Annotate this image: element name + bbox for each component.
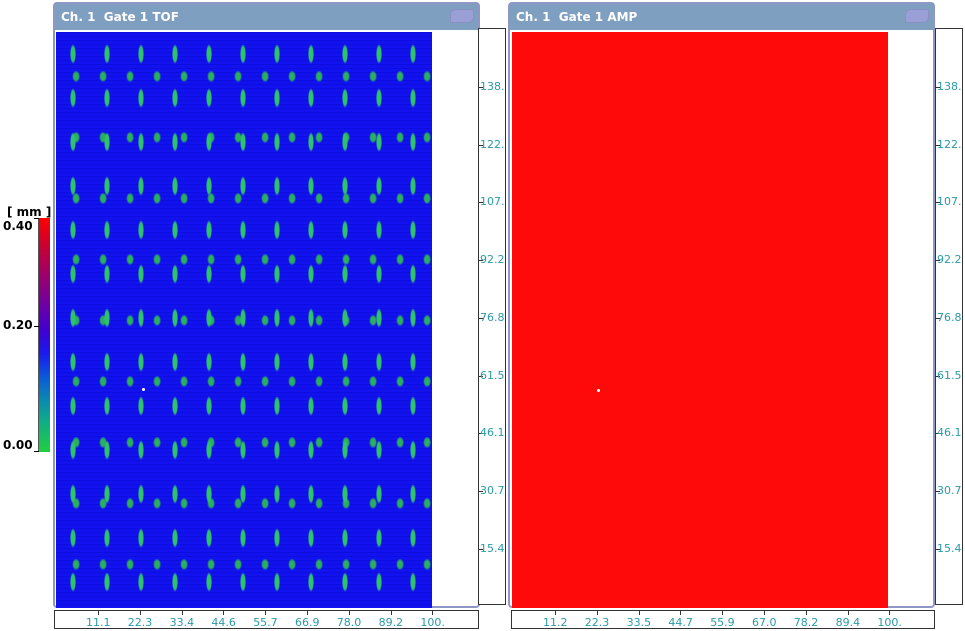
x-axis-tick-label: 66.9 (295, 616, 320, 629)
amp-window[interactable]: Ch. 1 Gate 1 AMP (508, 2, 935, 608)
x-axis-tick-label: 55.7 (253, 616, 278, 629)
x-axis-tick (307, 611, 308, 615)
x-axis-tick (596, 611, 598, 615)
defect-marker (597, 389, 600, 392)
x-axis-tick-label: 100. (420, 616, 445, 629)
amp-x-axis: 11.2 22.3 33.5 44.7 55.9 67.0 78.2 89.4 100. (511, 610, 935, 629)
x-axis-tick (847, 611, 849, 615)
x-axis-tick-label: 78.2 (793, 616, 819, 629)
x-axis-tick-label: 22.3 (584, 616, 610, 629)
x-axis-tick (348, 611, 350, 615)
y-axis-tick-label: 92.2 (937, 253, 962, 267)
legend-max-label: 0.40 (3, 219, 33, 233)
y-axis-tick-label: 61.5 (937, 368, 962, 382)
x-axis-tick-label: 22.3 (127, 616, 153, 629)
x-axis-tick (805, 611, 807, 615)
x-axis-tick (139, 611, 141, 615)
legend-min-label: 0.00 (3, 438, 33, 452)
y-axis-tick-label: 107. (480, 195, 505, 209)
x-axis-tick (889, 611, 891, 615)
y-axis-tick-label: 46.1 (937, 426, 962, 440)
legend-unit-label: [ mm ] (7, 205, 52, 219)
x-axis-tick (432, 611, 434, 615)
tof-window[interactable]: Ch. 1 Gate 1 TOF (53, 2, 480, 608)
y-axis-tick-label: 15.4 (937, 541, 962, 555)
x-axis-tick-label: 33.5 (626, 616, 652, 629)
x-axis-tick-label: 44.6 (211, 616, 236, 629)
legend-tick-max (34, 218, 39, 219)
y-axis-tick-label: 30.7 (937, 483, 962, 497)
defect-marker (142, 388, 145, 391)
y-axis-tick-label: 30.7 (480, 483, 505, 497)
x-axis-tick-label: 89.4 (835, 616, 861, 629)
x-axis-tick (722, 611, 724, 615)
amp-cscan-image[interactable] (512, 32, 888, 608)
x-axis-tick (265, 611, 267, 615)
x-axis-tick-label: 78.0 (336, 616, 362, 629)
y-axis-tick-label: 76.8 (937, 310, 962, 324)
y-axis-tick-label: 122. (937, 137, 962, 151)
x-axis-tick (555, 611, 556, 615)
y-axis-tick-label: 46.1 (480, 426, 505, 440)
legend-color-bar (38, 218, 50, 452)
y-axis-tick-label: 138. (480, 80, 505, 93)
window-resize-tab-icon[interactable] (905, 9, 929, 23)
legend-tick-mid (34, 326, 39, 327)
y-axis-tick-label: 138. (937, 80, 962, 93)
window-resize-tab-icon[interactable] (450, 9, 474, 23)
x-axis-tick-label: 11.1 (86, 616, 111, 629)
x-axis-tick (680, 611, 682, 615)
tof-x-axis: 11.1 22.3 33.4 44.6 55.7 66.9 78.0 89.2 100. (54, 610, 479, 629)
tof-cscan-image[interactable] (56, 32, 432, 608)
x-axis-tick (223, 611, 225, 615)
x-axis-tick-label: 89.2 (378, 616, 404, 629)
y-axis-tick-label: 107. (937, 195, 962, 209)
amp-y-axis: 138. 122. 107. 92.2 76.8 61.5 46.1 30.7 15.4 (935, 28, 963, 605)
x-axis-tick (98, 611, 99, 615)
y-axis-tick-label: 15.4 (480, 541, 505, 555)
x-axis-tick-label: 55.9 (710, 616, 735, 629)
x-axis-tick-label: 33.4 (169, 616, 195, 629)
x-axis-tick-label: 44.7 (668, 616, 693, 629)
amp-window-title[interactable]: Ch. 1 Gate 1 AMP (510, 4, 933, 30)
y-axis-tick-label: 76.8 (480, 310, 505, 324)
y-axis-tick-label: 61.5 (480, 368, 505, 382)
y-axis-tick-label: 122. (480, 137, 505, 151)
x-axis-tick-label: 67.0 (752, 616, 777, 629)
x-axis-tick (764, 611, 765, 615)
x-axis-tick (390, 611, 392, 615)
legend-tick-min (34, 451, 39, 452)
x-axis-tick (638, 611, 640, 615)
x-axis-tick (181, 611, 183, 615)
x-axis-tick-label: 100. (877, 616, 902, 629)
tof-window-title[interactable]: Ch. 1 Gate 1 TOF (55, 4, 478, 30)
legend-mid-label: 0.20 (3, 318, 33, 332)
tof-y-axis: 138. 122. 107. 92.2 76.8 61.5 46.1 30.7 15.4 (478, 28, 506, 605)
y-axis-tick-label: 92.2 (480, 253, 505, 267)
x-axis-tick-label: 11.2 (543, 616, 568, 629)
